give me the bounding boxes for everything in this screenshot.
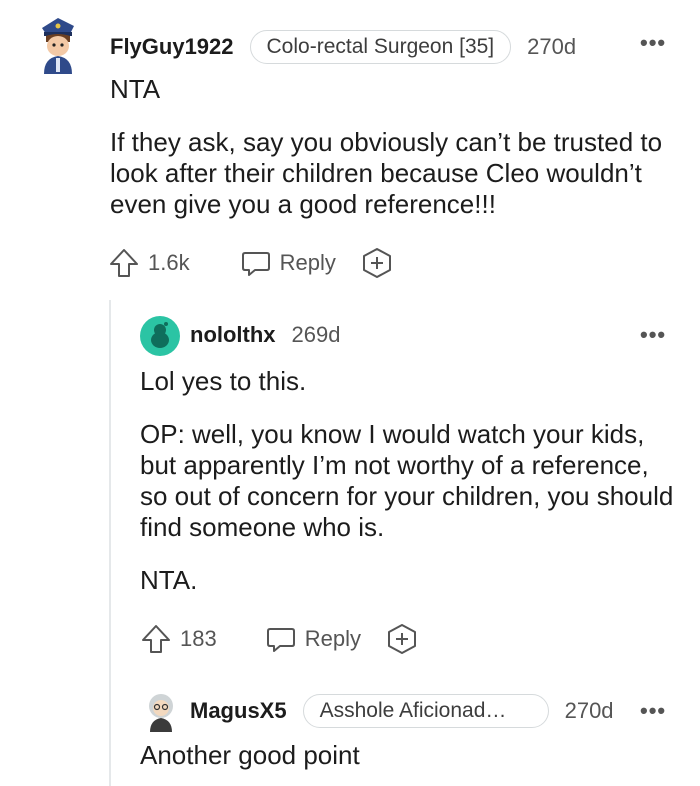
comment-header: nololthx 269d: [190, 322, 341, 348]
comment-body: Another good point: [140, 740, 680, 771]
upvote-button[interactable]: 183: [140, 623, 217, 655]
overflow-menu-icon[interactable]: •••: [640, 698, 666, 724]
upvote-icon: [142, 625, 170, 653]
award-button[interactable]: [385, 622, 419, 656]
reply-button[interactable]: Reply: [265, 623, 361, 655]
award-button[interactable]: [360, 246, 394, 280]
comment-header: MagusX5 Asshole Aficionad… 270d: [190, 694, 614, 728]
vote-count: 183: [180, 626, 217, 651]
comment-paragraph: NTA: [110, 74, 161, 104]
comment-body: Lol yes to this. OP: well, you know I wo…: [140, 366, 680, 596]
comment-header: FlyGuy1922 Colo-rectal Surgeon [35] 270d: [110, 30, 576, 64]
user-avatar[interactable]: [36, 14, 80, 76]
comment-bubble-icon: [241, 252, 270, 276]
comment-body: NTA If they ask, say you obviously can’t…: [110, 74, 680, 220]
comment-bubble-icon: [266, 628, 295, 652]
comment-actions: 183 Reply: [140, 622, 419, 656]
upvote-button[interactable]: 1.6k: [108, 247, 190, 279]
comment-age: 270d: [564, 698, 614, 723]
reply-button[interactable]: Reply: [240, 247, 336, 279]
username[interactable]: MagusX5: [190, 698, 287, 724]
comment-paragraph: Lol yes to this.: [140, 366, 307, 396]
user-flair: Colo-rectal Surgeon [35]: [249, 30, 512, 64]
award-icon: [362, 248, 391, 278]
comment-paragraph: NTA.: [140, 565, 198, 595]
reply-label: Reply: [304, 626, 361, 651]
user-flair: Asshole Aficionad…: [302, 694, 549, 728]
upvote-icon: [110, 249, 138, 277]
award-icon: [387, 624, 416, 654]
comment-age: 270d: [527, 34, 577, 59]
reply-label: Reply: [279, 250, 336, 275]
comment-paragraph: If they ask, say you obviously can’t be …: [110, 127, 663, 219]
overflow-menu-icon[interactable]: •••: [640, 322, 666, 348]
vote-count: 1.6k: [148, 250, 190, 275]
user-avatar[interactable]: [144, 692, 178, 732]
user-avatar[interactable]: [140, 316, 180, 356]
comment-actions: 1.6k Reply: [108, 246, 394, 280]
comment-paragraph: OP: well, you know I would watch your ki…: [140, 419, 674, 542]
thread-line[interactable]: [109, 300, 111, 786]
username[interactable]: FlyGuy1922: [110, 34, 234, 60]
comment-paragraph: Another good point: [140, 740, 360, 770]
username[interactable]: nololthx: [190, 322, 276, 348]
overflow-menu-icon[interactable]: •••: [640, 30, 666, 56]
comment-age: 269d: [291, 322, 341, 347]
